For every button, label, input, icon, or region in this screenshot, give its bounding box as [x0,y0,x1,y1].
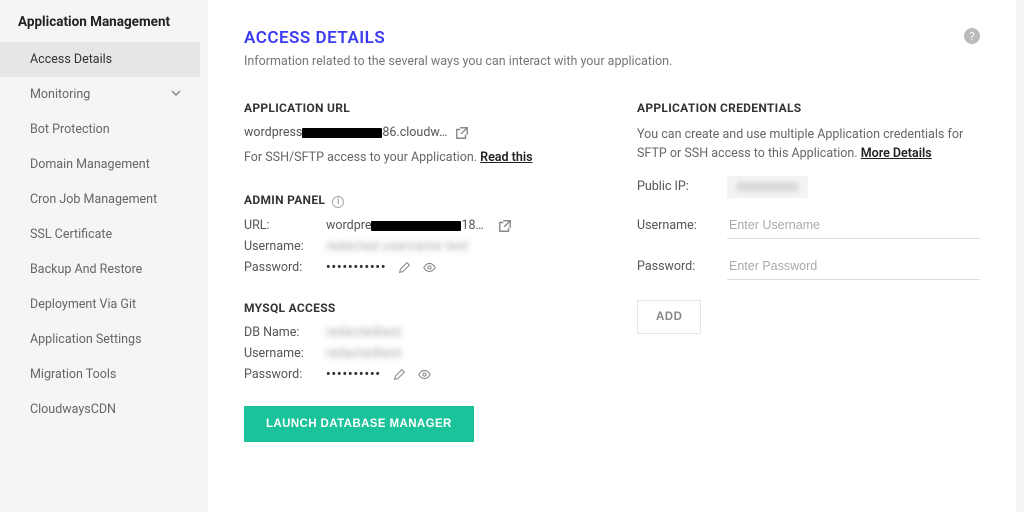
launch-database-manager-button[interactable]: LAUNCH DATABASE MANAGER [244,406,474,442]
chevron-down-icon [170,87,182,102]
info-icon[interactable]: i [332,196,344,208]
more-details-link[interactable]: More Details [861,146,932,161]
app-url-prefix: wordpress [244,125,302,140]
sidebar-item-backup-restore[interactable]: Backup And Restore [0,252,200,287]
cred-password-row: Password: [637,253,980,280]
mysql-password-value: •••••••••• [326,367,381,382]
sidebar-title: Application Management [0,14,200,42]
cred-username-label: Username: [637,218,707,233]
sidebar-item-label: SSL Certificate [30,227,112,242]
public-ip-row: Public IP: 000000000 [637,176,980,198]
external-link-icon[interactable] [498,219,512,233]
sidebar-item-label: Deployment Via Git [30,297,136,312]
ssh-note: For SSH/SFTP access to your Application.… [244,148,587,167]
sidebar-item-deployment-git[interactable]: Deployment Via Git [0,287,200,322]
cred-password-label: Password: [637,259,707,274]
pencil-icon[interactable] [398,261,411,274]
mysql-password-label: Password: [244,367,314,382]
sidebar-item-label: Domain Management [30,157,150,172]
mysql-dbname-label: DB Name: [244,325,314,340]
sidebar-item-label: Monitoring [30,87,90,102]
app-url-suffix: 86.cloudw… [382,125,447,140]
sidebar-item-cloudways-cdn[interactable]: CloudwaysCDN [0,392,200,427]
admin-username-row: Username: redacted username text [244,239,587,254]
cred-username-row: Username: [637,212,980,239]
username-input[interactable] [727,212,980,239]
admin-panel-heading: ADMIN PANEL i [244,193,587,208]
sidebar-item-label: Cron Job Management [30,192,157,207]
admin-password-value: ••••••••••• [326,260,386,275]
sidebar-item-label: Migration Tools [30,367,116,382]
admin-url-label: URL: [244,218,314,233]
mysql-heading: MYSQL ACCESS [244,301,587,315]
password-input[interactable] [727,253,980,280]
sidebar-item-application-settings[interactable]: Application Settings [0,322,200,357]
mysql-dbname-value: redactedtext [326,325,402,340]
app-url-row: wordpress 86.cloudw… [244,125,587,140]
page-title: ACCESS DETAILS [244,28,980,48]
sidebar-item-migration-tools[interactable]: Migration Tools [0,357,200,392]
page-subtitle: Information related to the several ways … [244,54,980,69]
app-credentials-heading: APPLICATION CREDENTIALS [637,101,980,115]
right-column: APPLICATION CREDENTIALS You can create a… [637,101,980,442]
admin-username-value: redacted username text [326,239,469,254]
admin-password-label: Password: [244,260,314,275]
sidebar: Application Management Access Details Mo… [0,0,200,512]
mysql-username-label: Username: [244,346,314,361]
redacted-block [302,128,382,138]
left-column: APPLICATION URL wordpress 86.cloudw… For … [244,101,587,442]
mysql-username-value: redactedtext [326,346,402,361]
redacted-block [371,221,461,231]
sidebar-item-label: Access Details [30,52,112,67]
sidebar-item-bot-protection[interactable]: Bot Protection [0,112,200,147]
eye-icon[interactable] [418,368,431,381]
sidebar-item-cron-job-management[interactable]: Cron Job Management [0,182,200,217]
admin-url-prefix: wordpre [326,218,371,233]
read-this-link[interactable]: Read this [480,150,532,165]
sidebar-item-label: CloudwaysCDN [30,402,116,417]
sidebar-item-domain-management[interactable]: Domain Management [0,147,200,182]
pencil-icon[interactable] [393,368,406,381]
sidebar-item-access-details[interactable]: Access Details [0,42,200,77]
admin-url-suffix: 186.cloudw… [461,218,486,233]
add-button[interactable]: ADD [637,300,701,334]
admin-url-row: URL: wordpre 186.cloudw… [244,218,587,233]
mysql-dbname-row: DB Name: redactedtext [244,325,587,340]
sidebar-item-label: Backup And Restore [30,262,142,277]
sidebar-item-ssl-certificate[interactable]: SSL Certificate [0,217,200,252]
admin-username-label: Username: [244,239,314,254]
sidebar-item-label: Application Settings [30,332,142,347]
eye-icon[interactable] [423,261,436,274]
mysql-username-row: Username: redactedtext [244,346,587,361]
sidebar-item-label: Bot Protection [30,122,110,137]
admin-password-row: Password: ••••••••••• [244,260,587,275]
help-icon[interactable]: ? [964,28,980,44]
public-ip-value: 000000000 [727,176,808,198]
external-link-icon[interactable] [455,126,469,140]
main-content: ? ACCESS DETAILS Information related to … [208,0,1016,512]
public-ip-label: Public IP: [637,179,707,194]
app-credentials-description: You can create and use multiple Applicat… [637,125,980,164]
sidebar-item-monitoring[interactable]: Monitoring [0,77,200,112]
mysql-password-row: Password: •••••••••• [244,367,587,382]
app-url-heading: APPLICATION URL [244,101,587,115]
